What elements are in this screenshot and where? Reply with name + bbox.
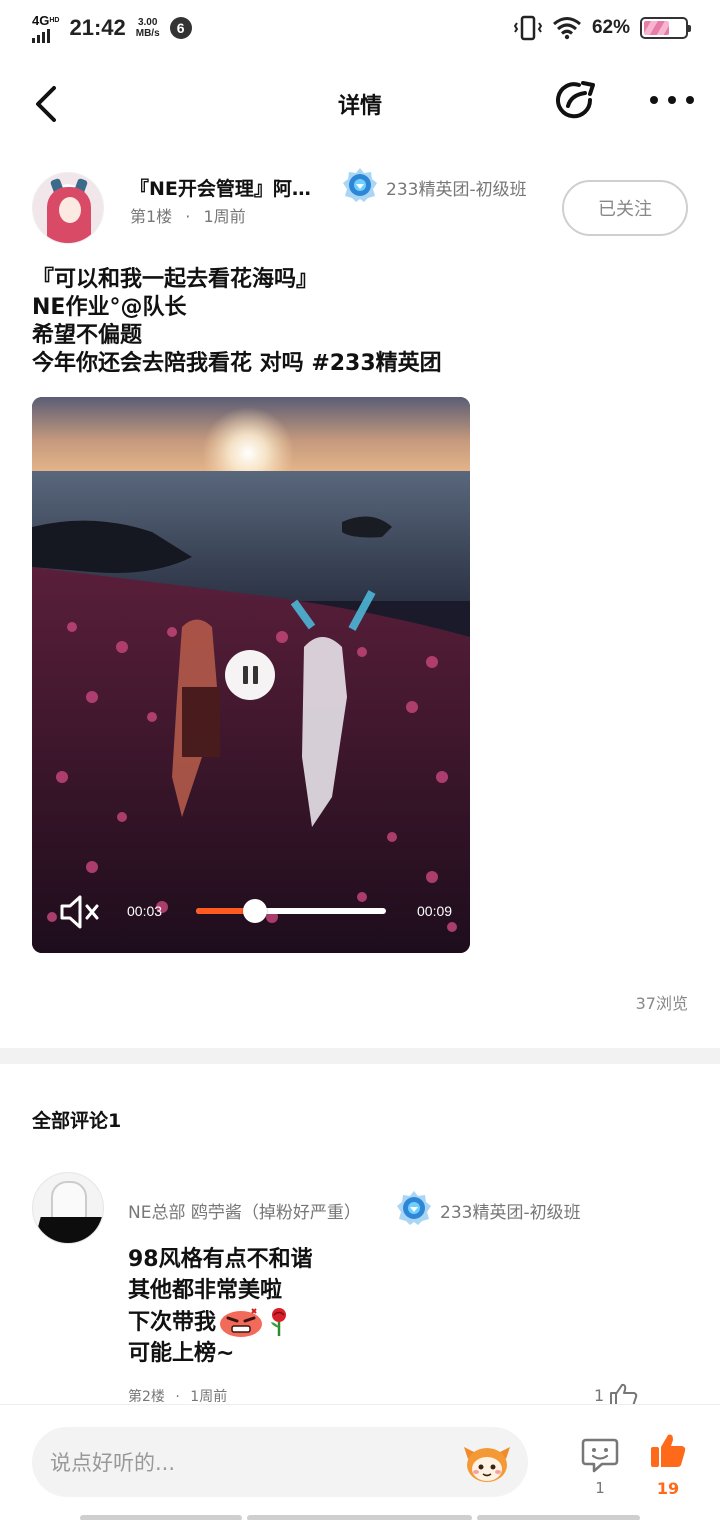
thumbs-up-icon[interactable]	[648, 1431, 688, 1471]
like-count: 19	[656, 1479, 680, 1498]
post-meta: 第1楼 · 1周前	[130, 203, 246, 227]
gesture-bar	[477, 1515, 640, 1520]
comments-title: 全部评论1	[32, 1110, 122, 1132]
comment-time: 1周前	[190, 1389, 228, 1405]
commenter-name[interactable]: NE总部 鸥苧酱（掉粉好严重）	[128, 1198, 361, 1223]
back-icon[interactable]	[30, 84, 66, 124]
comment-line: 98风格有点不和谐	[128, 1247, 313, 1272]
comment-content: 98风格有点不和谐 其他都非常美啦 下次带我 可能上榜~	[128, 1244, 313, 1369]
pause-icon[interactable]	[225, 650, 275, 700]
comment-input[interactable]: 说点好听的...	[32, 1427, 528, 1497]
comment-floor: 第2楼	[128, 1389, 165, 1405]
page-header: 详情	[0, 70, 720, 138]
video-progress-bar[interactable]	[196, 899, 386, 923]
battery-icon	[640, 17, 691, 39]
status-bar: 4GHD 21:42 3.00 MB/s 6 62%	[0, 0, 720, 56]
author-badge-label: 233精英团-初级班	[386, 180, 527, 200]
angry-emoji-icon	[220, 1308, 263, 1337]
post-line: 希望不偏题	[32, 323, 143, 348]
post-line[interactable]: 今年你还会去陪我看花 对吗 #233精英团	[32, 350, 692, 378]
video-progress-knob[interactable]	[242, 899, 267, 923]
network-hd: HD	[49, 16, 60, 24]
status-right: 62%	[513, 15, 691, 41]
comment-count: 1	[595, 1479, 605, 1497]
comment-line: 可能上榜~	[128, 1341, 235, 1366]
comment-meta: 第2楼 · 1周前	[128, 1386, 227, 1406]
verified-badge-icon	[397, 1191, 431, 1225]
notification-count-badge: 6	[169, 17, 192, 39]
commenter-avatar[interactable]	[32, 1172, 104, 1244]
bottom-bar: 说点好听的... 1 19	[0, 1404, 720, 1520]
comment-icon[interactable]	[580, 1437, 620, 1473]
mute-icon[interactable]	[58, 892, 102, 932]
post-floor: 第1楼	[130, 207, 173, 226]
view-count: 37浏览	[635, 994, 688, 1013]
gesture-bar	[80, 1515, 242, 1520]
comment-line-with-emoji: 下次带我	[128, 1306, 313, 1338]
share-icon[interactable]	[555, 80, 597, 122]
video-player[interactable]: 00:03 00:09	[32, 397, 470, 953]
author-name[interactable]: 『NE开会管理』阿…	[130, 174, 330, 201]
status-left: 4GHD 21:42 3.00 MB/s 6	[32, 14, 192, 43]
comment-line: 下次带我	[128, 1309, 217, 1335]
more-icon[interactable]	[650, 92, 694, 108]
speed-unit: MB/s	[135, 28, 160, 39]
gesture-bar	[247, 1515, 472, 1520]
rose-emoji-icon	[271, 1308, 287, 1336]
post-line: 『可以和我一起去看花海吗』	[32, 267, 319, 292]
network-indicator: 4GHD	[32, 14, 59, 43]
comment-line: 其他都非常美啦	[128, 1278, 283, 1303]
section-divider	[0, 1048, 720, 1064]
vibrate-icon	[513, 15, 542, 41]
post-content: 『可以和我一起去看花海吗』 NE作业°@队长 希望不偏题 今年你还会去陪我看花 …	[32, 266, 692, 378]
video-total-time: 00:09	[417, 903, 453, 919]
verified-badge-icon	[343, 168, 377, 202]
author-avatar[interactable]	[32, 172, 104, 244]
network-speed: 3.00 MB/s	[136, 17, 160, 39]
page-title: 详情	[337, 94, 382, 119]
commenter-badge-label: 233精英团-初级班	[440, 1203, 581, 1223]
meta-separator: ·	[185, 207, 191, 226]
wifi-icon	[553, 17, 581, 40]
meta-separator: ·	[175, 1389, 180, 1405]
speed-value: 3.00	[137, 17, 158, 28]
clock: 21:42	[69, 15, 126, 40]
video-current-time: 00:03	[127, 903, 163, 919]
network-type: 4GHD	[32, 12, 60, 28]
post-line: NE作业°@队长	[32, 295, 187, 320]
signal-icon	[32, 27, 59, 43]
post-time: 1周前	[203, 207, 246, 226]
comment-like-count: 1	[594, 1385, 605, 1405]
battery-percent: 62%	[591, 17, 630, 38]
follow-button[interactable]: 已关注	[562, 180, 688, 236]
mascot-icon[interactable]	[462, 1441, 512, 1485]
